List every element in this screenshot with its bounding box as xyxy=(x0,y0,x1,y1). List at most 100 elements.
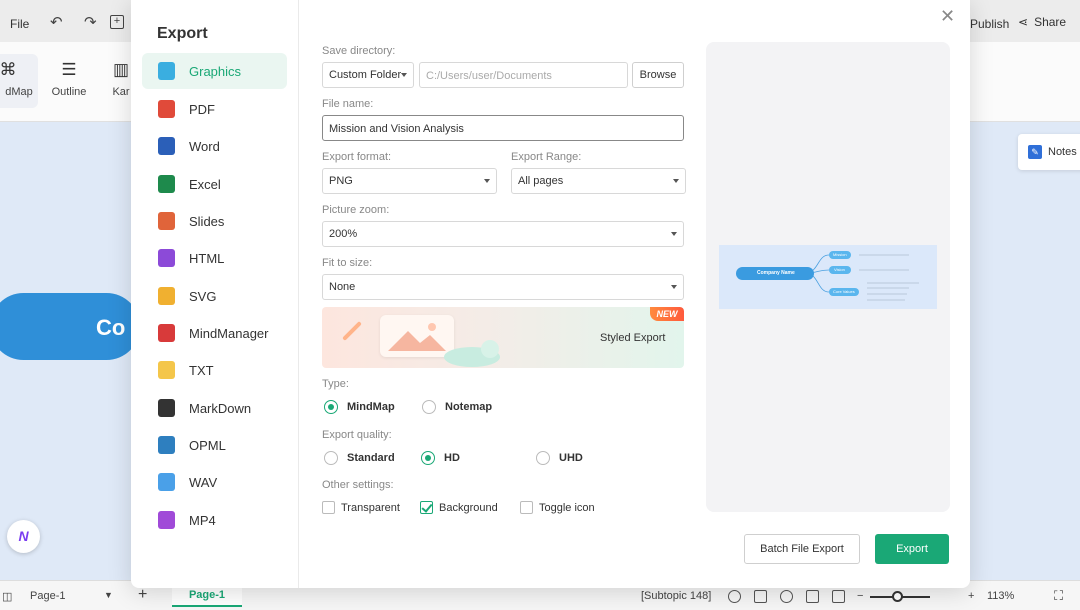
quality-uhd-radio[interactable]: UHD xyxy=(536,451,583,465)
quality-hd-radio[interactable]: HD xyxy=(421,451,460,465)
radio-checked xyxy=(421,451,435,465)
format-item-pdf[interactable]: PDF xyxy=(142,91,287,127)
save-directory-select[interactable]: Custom Folder xyxy=(322,62,414,88)
view-kanban-button[interactable]: ▥ Kar xyxy=(110,54,132,108)
export-format-sidebar: Export Graphics PDF Word Excel Slides HTML SVG… xyxy=(131,0,299,588)
radio-unchecked xyxy=(324,451,338,465)
zoom-in-icon[interactable]: + xyxy=(968,590,974,602)
opml-icon xyxy=(158,436,175,454)
other-settings-label: Other settings: xyxy=(322,479,394,491)
format-item-label: OPML xyxy=(189,437,226,453)
svg-icon xyxy=(158,287,175,305)
export-range-select[interactable]: All pages xyxy=(511,168,686,194)
file-name-input[interactable]: Mission and Vision Analysis xyxy=(322,115,684,141)
format-item-label: Graphics xyxy=(189,63,242,79)
format-item-label: MarkDown xyxy=(189,400,252,416)
format-item-mindmanager[interactable]: MindManager xyxy=(142,315,287,351)
fit-view-icon[interactable] xyxy=(832,590,845,603)
ai-assistant-button[interactable]: N xyxy=(7,520,40,553)
outline-icon: ☰ xyxy=(61,60,77,79)
type-mindmap-radio[interactable]: MindMap xyxy=(324,400,395,414)
format-item-html[interactable]: HTML xyxy=(142,240,287,276)
mindmap-icon: ⌘ xyxy=(0,60,17,79)
close-icon[interactable]: ✕ xyxy=(940,6,955,27)
format-item-mp4[interactable]: MP4 xyxy=(142,502,287,538)
preview-branch-label: Mission xyxy=(833,252,847,257)
mouse-mode-icon[interactable] xyxy=(728,590,741,603)
zoom-level[interactable]: 113% xyxy=(987,590,1014,602)
publish-button[interactable]: Publish xyxy=(970,17,1009,31)
format-item-label: Excel xyxy=(189,176,221,192)
redo-icon[interactable]: ↷ xyxy=(84,13,97,31)
fit-to-size-select[interactable]: None xyxy=(322,274,684,300)
format-item-label: SVG xyxy=(189,288,217,304)
undo-icon[interactable]: ↶ xyxy=(50,13,63,31)
format-item-txt[interactable]: TXT xyxy=(142,352,287,388)
format-item-slides[interactable]: Slides xyxy=(142,203,287,239)
view-mindmap-button[interactable]: ⌘ dMap xyxy=(0,54,38,108)
format-item-excel[interactable]: Excel xyxy=(142,166,287,202)
panel-toggle-icon[interactable]: ◫ xyxy=(2,590,12,603)
chevron-down-icon xyxy=(484,179,490,183)
export-button[interactable]: Export xyxy=(875,534,949,564)
chevron-down-icon xyxy=(671,232,677,236)
zoom-slider-handle[interactable] xyxy=(892,591,903,602)
preview-thumbnail: Company Name Mission Vision Core Values xyxy=(719,245,937,309)
format-item-svg[interactable]: SVG xyxy=(142,278,287,314)
excel-icon xyxy=(158,175,175,193)
toggle-icon-checkbox[interactable]: Toggle icon xyxy=(520,501,595,514)
view-outline-button[interactable]: ☰ Outline xyxy=(39,54,99,108)
background-checkbox[interactable]: Background xyxy=(420,501,498,514)
format-item-markdown[interactable]: MarkDown xyxy=(142,390,287,426)
file-menu[interactable]: File xyxy=(10,17,29,31)
export-format-label: Export format: xyxy=(322,151,392,163)
mp4-icon xyxy=(158,511,175,529)
play-icon[interactable] xyxy=(780,590,793,603)
file-name-label: File name: xyxy=(322,98,374,110)
notes-icon: ✎ xyxy=(1028,145,1042,159)
page-tab[interactable]: Page-1 xyxy=(172,585,242,607)
type-notemap-radio[interactable]: Notemap xyxy=(422,400,492,414)
add-page-icon[interactable]: + xyxy=(138,586,147,604)
format-item-graphics[interactable]: Graphics xyxy=(142,53,287,89)
fullscreen-icon[interactable]: ⛶ xyxy=(1054,588,1063,604)
export-preview-panel: Company Name Mission Vision Core Values xyxy=(706,42,950,512)
format-item-label: TXT xyxy=(189,362,214,378)
format-item-wav[interactable]: WAV xyxy=(142,464,287,500)
quality-standard-radio[interactable]: Standard xyxy=(324,451,395,465)
styled-export-banner[interactable]: Styled Export NEW xyxy=(322,307,684,368)
page-select[interactable]: Page-1 xyxy=(30,590,65,602)
format-item-label: MindManager xyxy=(189,325,269,341)
chevron-down-icon xyxy=(401,73,407,77)
export-format-select[interactable]: PNG xyxy=(322,168,497,194)
preview-central-label: Company Name xyxy=(757,270,795,276)
pdf-icon xyxy=(158,100,175,118)
transparent-checkbox[interactable]: Transparent xyxy=(322,501,400,514)
fit-to-size-label: Fit to size: xyxy=(322,257,373,269)
notes-button[interactable]: ✎ Notes xyxy=(1018,134,1080,170)
checkbox-unchecked xyxy=(322,501,335,514)
central-topic-node[interactable]: Co xyxy=(0,293,140,360)
share-icon: ⋖ xyxy=(1018,15,1029,29)
insert-icon[interactable]: + xyxy=(110,15,124,29)
format-item-word[interactable]: Word xyxy=(142,128,287,164)
batch-file-export-button[interactable]: Batch File Export xyxy=(744,534,860,564)
preview-branch-label: Vision xyxy=(834,267,845,272)
book-icon[interactable] xyxy=(754,590,767,603)
browse-button[interactable]: Browse xyxy=(632,62,684,88)
subtopic-count: [Subtopic 148] xyxy=(641,590,712,602)
markdown-icon xyxy=(158,399,175,417)
preview-branch-label: Core Values xyxy=(833,289,855,294)
word-icon xyxy=(158,137,175,155)
picture-zoom-select[interactable]: 200% xyxy=(322,221,684,247)
format-item-label: Word xyxy=(189,138,220,154)
format-item-opml[interactable]: OPML xyxy=(142,427,287,463)
save-directory-path-input[interactable]: C:/Users/user/Documents xyxy=(419,62,628,88)
page-select-caret-icon[interactable]: ▼ xyxy=(104,590,113,600)
share-button[interactable]: ⋖ Share xyxy=(1018,15,1066,29)
zoom-out-icon[interactable]: − xyxy=(857,590,863,602)
format-item-label: PDF xyxy=(189,101,215,117)
view-label: dMap xyxy=(5,86,33,98)
export-dialog: Export Graphics PDF Word Excel Slides HTML SVG… xyxy=(131,0,970,588)
presentation-icon[interactable] xyxy=(806,590,819,603)
